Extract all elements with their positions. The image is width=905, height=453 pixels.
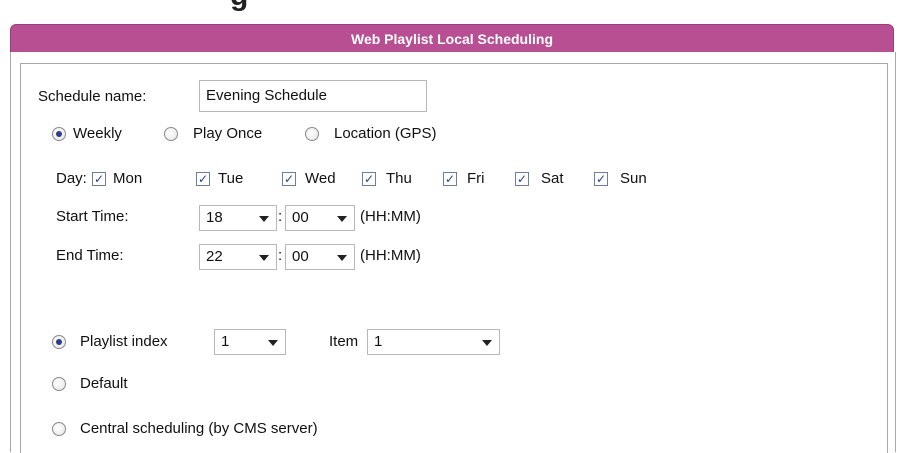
schedule-name-label: Schedule name: [38, 88, 147, 105]
end-hour-value: 22 [206, 248, 223, 265]
end-time-label: End Time: [56, 247, 124, 264]
playlist-index-select[interactable]: 1 [214, 329, 286, 355]
fri-label[interactable]: Fri [467, 170, 485, 187]
wed-checkbox[interactable]: ✓ [282, 172, 296, 186]
tue-label[interactable]: Tue [218, 170, 243, 187]
start-time-format-hint: (HH:MM) [360, 208, 421, 225]
end-time-format-hint: (HH:MM) [360, 247, 421, 264]
time-separator: : [278, 247, 283, 264]
item-select[interactable]: 1 [367, 329, 500, 355]
sat-checkbox[interactable]: ✓ [515, 172, 529, 186]
mon-label[interactable]: Mon [113, 170, 142, 187]
end-hour-select[interactable]: 22 [199, 244, 277, 270]
thu-label[interactable]: Thu [386, 170, 412, 187]
chevron-down-icon [337, 255, 347, 261]
central-scheduling-label[interactable]: Central scheduling (by CMS server) [80, 420, 318, 437]
start-minute-value: 00 [292, 209, 309, 226]
thu-checkbox[interactable]: ✓ [362, 172, 376, 186]
sun-label[interactable]: Sun [620, 170, 647, 187]
chevron-down-icon [268, 340, 278, 346]
item-value: 1 [374, 333, 383, 350]
default-radio[interactable] [52, 377, 66, 391]
play-once-radio[interactable] [164, 127, 178, 141]
time-separator: : [278, 208, 283, 225]
central-scheduling-radio[interactable] [52, 422, 66, 436]
chevron-down-icon [482, 340, 492, 346]
location-gps-label[interactable]: Location (GPS) [334, 125, 437, 142]
wed-label[interactable]: Wed [305, 170, 336, 187]
chevron-down-icon [259, 255, 269, 261]
sat-label[interactable]: Sat [541, 170, 564, 187]
tue-checkbox[interactable]: ✓ [196, 172, 210, 186]
mon-checkbox[interactable]: ✓ [92, 172, 106, 186]
item-label: Item [329, 333, 359, 350]
chevron-down-icon [337, 216, 347, 222]
panel-title: Web Playlist Local Scheduling [10, 24, 894, 54]
cropped-heading: g [230, 0, 248, 13]
start-minute-select[interactable]: 00 [285, 205, 355, 231]
day-label: Day: [56, 170, 87, 187]
playlist-index-value: 1 [221, 333, 230, 350]
fri-checkbox[interactable]: ✓ [443, 172, 457, 186]
start-time-label: Start Time: [56, 208, 129, 225]
location-gps-radio[interactable] [305, 127, 319, 141]
top-strip: g [0, 0, 905, 18]
default-label[interactable]: Default [80, 375, 128, 392]
weekly-label[interactable]: Weekly [73, 125, 122, 142]
playlist-index-radio[interactable] [52, 335, 66, 349]
end-minute-value: 00 [292, 248, 309, 265]
weekly-radio[interactable] [52, 127, 66, 141]
schedule-name-input[interactable]: Evening Schedule [199, 80, 427, 112]
chevron-down-icon [259, 216, 269, 222]
play-once-label[interactable]: Play Once [193, 125, 262, 142]
schedule-form [20, 63, 888, 453]
start-hour-value: 18 [206, 209, 223, 226]
playlist-index-label[interactable]: Playlist index [80, 333, 168, 350]
sun-checkbox[interactable]: ✓ [594, 172, 608, 186]
start-hour-select[interactable]: 18 [199, 205, 277, 231]
end-minute-select[interactable]: 00 [285, 244, 355, 270]
